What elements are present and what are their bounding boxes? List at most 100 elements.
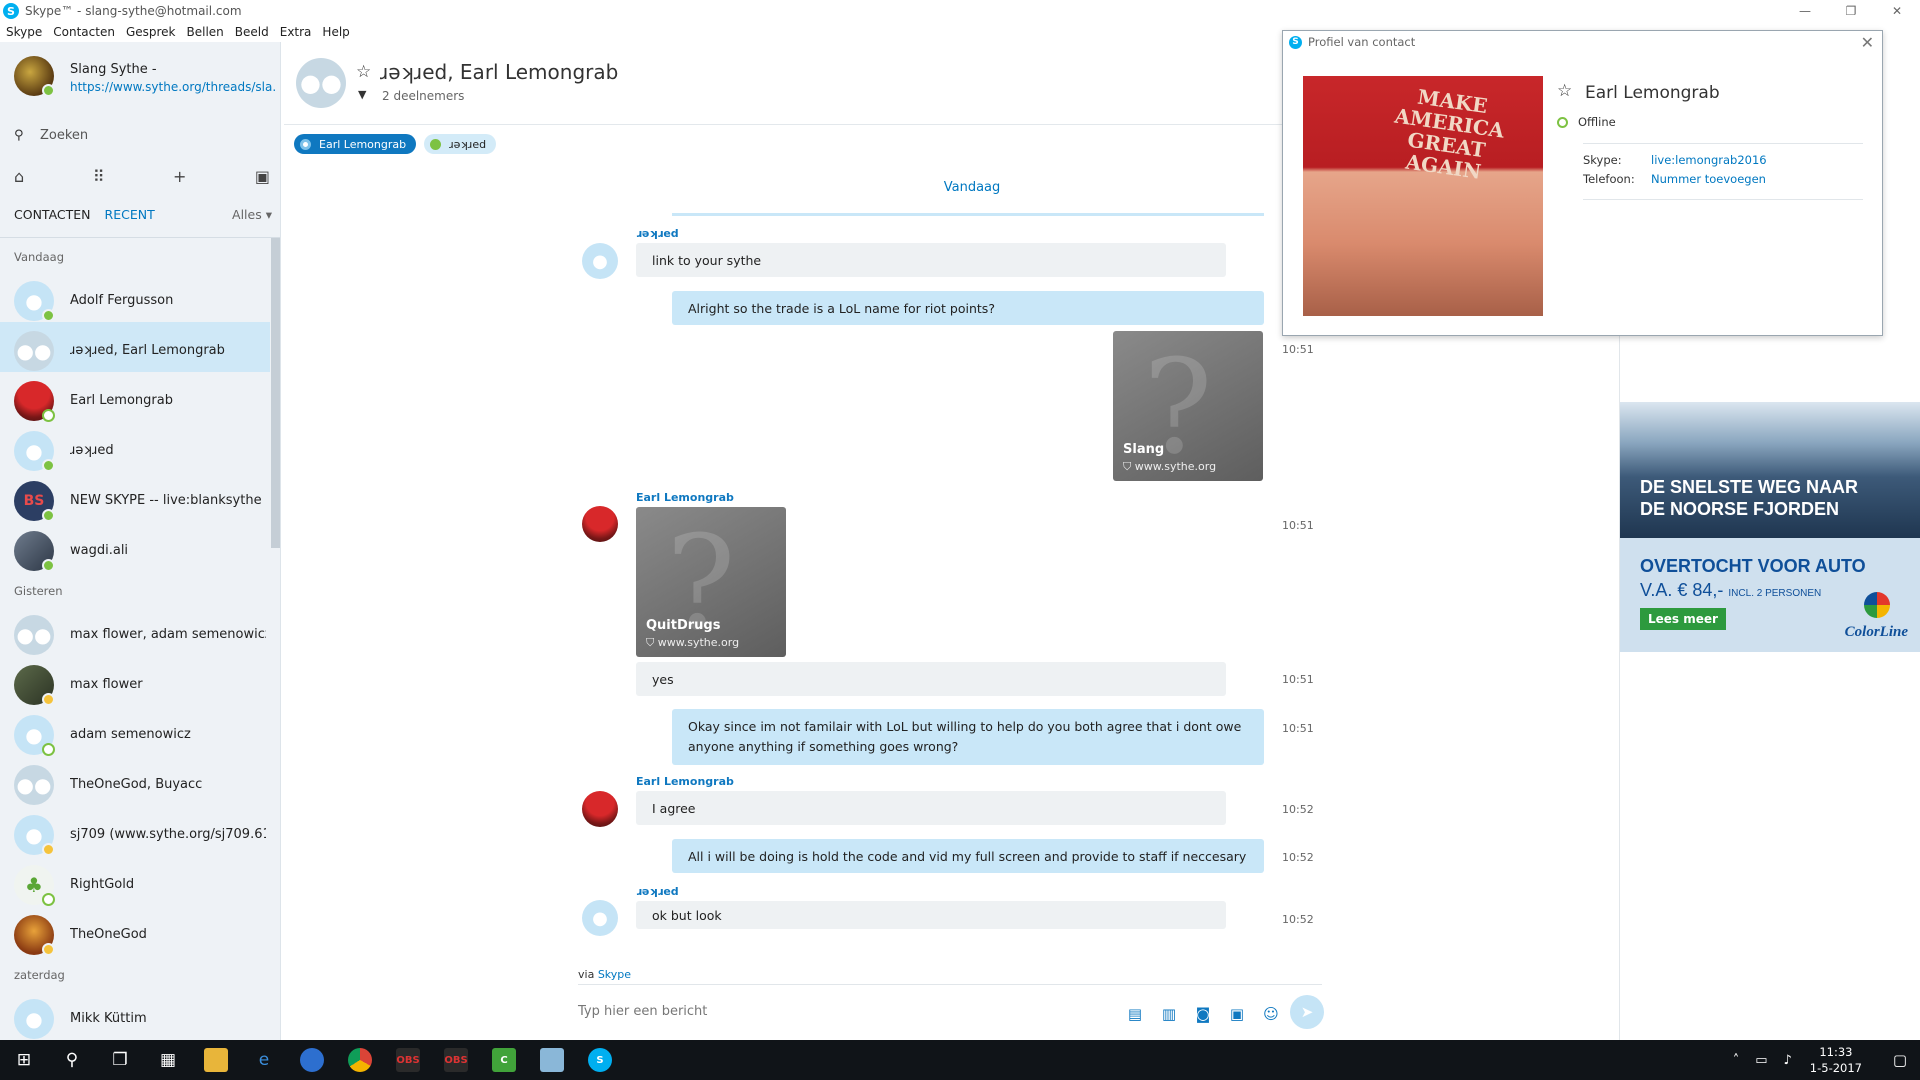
restore-button[interactable]: ❐ xyxy=(1828,0,1874,22)
advertisement[interactable]: DE SNELSTE WEG NAAR DE NOORSE FJORDEN OV… xyxy=(1620,402,1920,652)
online-status-icon xyxy=(42,459,55,472)
shield-icon: ⛉ xyxy=(646,636,658,649)
clock[interactable]: 11:33 1-5-2017 xyxy=(1810,1044,1862,1076)
chat-title: ɹəʞɹed, Earl Lemongrab xyxy=(380,60,619,84)
list-item[interactable]: Earl Lemongrab xyxy=(0,372,270,422)
dialpad-icon[interactable]: ⠿ xyxy=(93,167,105,186)
task-view-button[interactable]: ❐ xyxy=(96,1040,144,1080)
contact-name: adam semenowicz xyxy=(70,727,191,742)
chrome-button[interactable] xyxy=(336,1040,384,1080)
menu-bellen[interactable]: Bellen xyxy=(187,25,224,39)
list-item[interactable]: wagdi.ali xyxy=(0,522,270,572)
send-icon[interactable]: ➤ xyxy=(1290,995,1324,1029)
menu-extra[interactable]: Extra xyxy=(280,25,312,39)
task-view-icon: ❐ xyxy=(112,1050,128,1070)
menu-gesprek[interactable]: Gesprek xyxy=(126,25,176,39)
emoticon-icon[interactable]: ☺ xyxy=(1254,1005,1288,1023)
group-avatar-icon: ●● xyxy=(296,58,346,108)
search-box[interactable]: ⚲ Zoeken xyxy=(14,124,264,146)
obs-button[interactable]: OBS xyxy=(384,1040,432,1080)
add-icon[interactable]: + xyxy=(173,167,186,186)
clock-date: 1-5-2017 xyxy=(1809,1061,1862,1075)
contact-card-icon[interactable]: ▣ xyxy=(255,167,270,186)
send-contact-icon[interactable]: ▣ xyxy=(1220,1005,1254,1023)
online-status-icon xyxy=(42,84,55,97)
favorite-star-icon[interactable]: ☆ xyxy=(1557,81,1572,101)
list-item[interactable]: ● sj709 (www.sythe.org/sj709.61... xyxy=(0,806,270,856)
store-button[interactable]: ▦ xyxy=(144,1040,192,1080)
obs-button-2[interactable]: OBS xyxy=(432,1040,480,1080)
link-preview-card[interactable]: ? Slang ⛉ www.sythe.org xyxy=(1113,331,1263,481)
recent-list: Vandaag ● Adolf Fergusson ●● ɹəʞɹed, Ear… xyxy=(0,238,270,1040)
volume-icon[interactable]: ♪ xyxy=(1784,1053,1792,1068)
message-time: 10:51 xyxy=(1282,722,1314,735)
offline-status-icon xyxy=(1557,116,1568,128)
list-item[interactable]: ● adam semenowicz xyxy=(0,706,270,756)
home-icon[interactable]: ⌂ xyxy=(14,167,24,186)
network-icon[interactable]: ▭ xyxy=(1755,1053,1767,1068)
file-explorer-button[interactable] xyxy=(192,1040,240,1080)
my-profile[interactable]: Slang Sythe - https://www.sythe.org/thre… xyxy=(14,56,276,112)
close-icon[interactable]: ✕ xyxy=(1861,33,1874,52)
close-window-button[interactable]: ✕ xyxy=(1874,0,1920,22)
search-taskbar-button[interactable]: ⚲ xyxy=(48,1040,96,1080)
skype-id-row: Skype: live:lemongrab2016 xyxy=(1583,153,1767,167)
menu-beeld[interactable]: Beeld xyxy=(235,25,269,39)
minimize-button[interactable]: — xyxy=(1782,0,1828,22)
menu-skype[interactable]: Skype xyxy=(6,25,42,39)
skype-label: Skype: xyxy=(1583,153,1622,167)
favorite-star-icon[interactable]: ☆ xyxy=(356,62,371,82)
start-button[interactable]: ⊞ xyxy=(0,1040,48,1080)
message-bubble: I agree xyxy=(636,791,1226,825)
list-item[interactable]: TheOneGod xyxy=(0,906,270,956)
photo-caption: MAKE AMERICA GREAT AGAIN xyxy=(1393,84,1506,184)
list-item[interactable]: BS NEW SKYPE -- live:blanksythe xyxy=(0,472,270,522)
chevron-down-icon[interactable]: ▼ xyxy=(358,88,366,101)
contact-name: max flower, adam semenowicz xyxy=(70,627,266,642)
filter-dropdown[interactable]: Alles ▾ xyxy=(232,207,272,222)
list-item[interactable]: ●● ɹəʞɹed, Earl Lemongrab xyxy=(0,322,270,372)
send-photo-icon[interactable]: ▤ xyxy=(1118,1005,1152,1023)
list-item[interactable]: ♣ RightGold xyxy=(0,856,270,906)
notepad-button[interactable] xyxy=(528,1040,576,1080)
app-button[interactable] xyxy=(288,1040,336,1080)
system-tray: ˄ ▭ ♪ 11:33 1-5-2017 ▢ xyxy=(1725,1040,1920,1080)
list-item[interactable]: max flower xyxy=(0,656,270,706)
notification-icon[interactable]: ▢ xyxy=(1880,1051,1920,1069)
via-skype-link[interactable]: Skype xyxy=(598,968,631,981)
edge-button[interactable]: e xyxy=(240,1040,288,1080)
compose-toolbar: ▤ ▥ ◙ ▣ ☺ xyxy=(1118,996,1288,1032)
sidebar-scrollbar[interactable] xyxy=(271,238,280,548)
chip-label: ɹəʞɹed xyxy=(449,137,487,151)
participants-count[interactable]: 2 deelnemers xyxy=(382,89,464,103)
camtasia-button[interactable]: C xyxy=(480,1040,528,1080)
link-url-text: www.sythe.org xyxy=(1134,460,1217,473)
message-time: 10:52 xyxy=(1282,851,1314,864)
list-item[interactable]: ● Mikk Küttim xyxy=(0,990,270,1040)
status-dot-icon xyxy=(300,138,311,150)
popup-divider xyxy=(1583,199,1863,200)
menu-help[interactable]: Help xyxy=(322,25,349,39)
participant-chip[interactable]: Earl Lemongrab xyxy=(294,134,417,154)
my-avatar[interactable] xyxy=(14,56,55,97)
skype-taskbar-button[interactable]: S xyxy=(576,1040,624,1080)
send-file-icon[interactable]: ▥ xyxy=(1152,1005,1186,1023)
list-item[interactable]: ●● max flower, adam semenowicz xyxy=(0,606,270,656)
link-preview-card[interactable]: ? QuitDrugs ⛉ www.sythe.org xyxy=(636,507,786,657)
add-number-link[interactable]: Nummer toevoegen xyxy=(1651,172,1766,186)
message-input[interactable]: Typ hier een bericht xyxy=(578,1004,707,1019)
list-item[interactable]: ● Adolf Fergusson xyxy=(0,272,270,322)
skype-id-link[interactable]: live:lemongrab2016 xyxy=(1651,153,1767,167)
list-item[interactable]: ● ɹəʞɹed xyxy=(0,422,270,472)
tab-contacts[interactable]: CONTACTEN xyxy=(14,207,91,222)
contact-name: TheOneGod, Buyacc xyxy=(70,777,203,792)
my-mood-link[interactable]: https://www.sythe.org/threads/sla... xyxy=(70,80,276,94)
chevron-up-icon[interactable]: ˄ xyxy=(1733,1053,1740,1068)
ad-read-more-button[interactable]: Lees meer xyxy=(1640,608,1726,630)
participant-chip[interactable]: ɹəʞɹed xyxy=(424,134,497,154)
menu-contacten[interactable]: Contacten xyxy=(53,25,115,39)
default-avatar-icon: ● xyxy=(582,900,618,936)
video-message-icon[interactable]: ◙ xyxy=(1186,1005,1220,1023)
tab-recent[interactable]: RECENT xyxy=(105,207,155,222)
list-item[interactable]: ●● TheOneGod, Buyacc xyxy=(0,756,270,806)
